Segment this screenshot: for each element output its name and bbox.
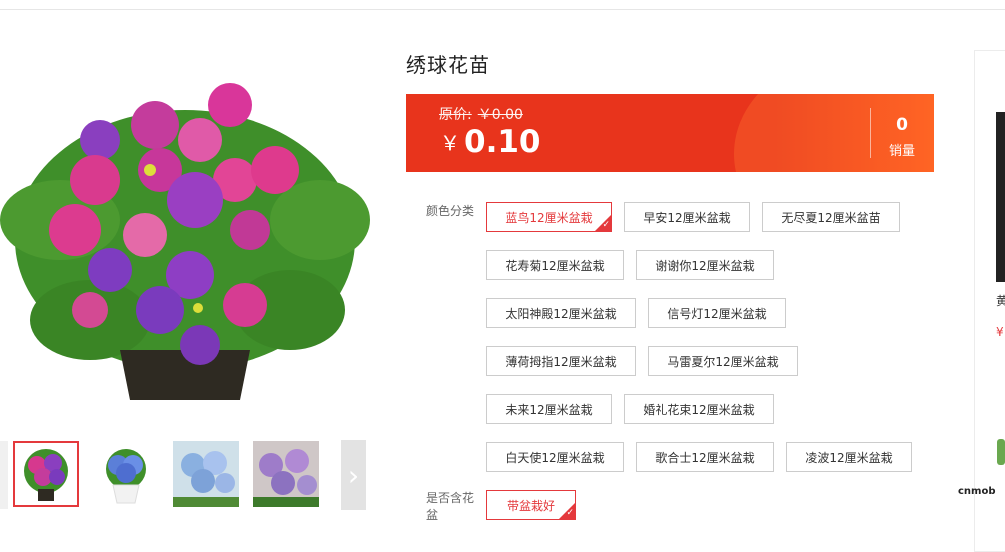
color-option-text: 薄荷拇指12厘米盆栽	[505, 354, 617, 369]
color-option-text: 歌合士12厘米盆栽	[655, 450, 755, 465]
color-option-5[interactable]: 谢谢你12厘米盆栽	[636, 250, 774, 280]
watermark: cnmob	[958, 486, 996, 497]
color-option-11[interactable]: 婚礼花束12厘米盆栽	[624, 394, 774, 424]
color-option-text: 信号灯12厘米盆栽	[667, 306, 767, 321]
color-option-text: 白天使12厘米盆栽	[505, 450, 605, 465]
original-price: 原价: ￥0.00	[439, 104, 523, 124]
current-price: ￥ 0.10	[440, 124, 541, 160]
color-option-8[interactable]: 薄荷拇指12厘米盆栽	[486, 346, 636, 376]
recommended-product-name[interactable]: 黄	[996, 292, 1005, 309]
color-option-9[interactable]: 马雷夏尔12厘米盆栽	[648, 346, 798, 376]
color-option-text: 早安12厘米盆栽	[643, 210, 731, 225]
color-option-text: 太阳神殿12厘米盆栽	[505, 306, 617, 321]
thumbnail-3[interactable]	[173, 441, 239, 507]
recommended-product-price: ¥	[996, 325, 1004, 339]
color-option-14[interactable]: 凌波12厘米盆栽	[786, 442, 912, 472]
color-option-2[interactable]: 早安12厘米盆栽	[624, 202, 750, 232]
top-divider	[0, 9, 1005, 10]
color-option-text: 花寿菊12厘米盆栽	[505, 258, 605, 273]
color-option-6[interactable]: 太阳神殿12厘米盆栽	[486, 298, 636, 328]
color-option-text: 谢谢你12厘米盆栽	[655, 258, 755, 273]
product-title: 绣球花苗	[406, 53, 490, 77]
pot-option-text: 带盆栽好	[506, 498, 555, 513]
original-price-label: 原价:	[439, 107, 472, 123]
recommended-product-image[interactable]	[996, 112, 1005, 282]
color-option-12[interactable]: 白天使12厘米盆栽	[486, 442, 624, 472]
thumbnail-2[interactable]	[93, 441, 159, 507]
price-bar: 原价: ￥0.00 ￥ 0.10 0 销量	[406, 94, 934, 172]
original-price-value: ￥0.00	[477, 107, 523, 123]
color-option-text: 婚礼花束12厘米盆栽	[643, 402, 755, 417]
color-option-1[interactable]: 蓝鸟12厘米盆栽 ✓	[486, 202, 612, 232]
color-option-text: 无尽夏12厘米盆苗	[781, 210, 881, 225]
thumbnail-1[interactable]	[13, 441, 79, 507]
sales-count: 0	[896, 115, 908, 135]
recommended-product-image-2[interactable]	[997, 439, 1005, 465]
color-option-7[interactable]: 信号灯12厘米盆栽	[648, 298, 786, 328]
price-divider	[870, 108, 871, 158]
pot-option-1[interactable]: 带盆栽好 ✓	[486, 490, 576, 520]
color-option-4[interactable]: 花寿菊12厘米盆栽	[486, 250, 624, 280]
color-option-text: 凌波12厘米盆栽	[805, 450, 893, 465]
chevron-right-icon: ›	[347, 458, 360, 492]
pot-option-label: 是否含花盆	[426, 491, 475, 522]
thumbnail-next-button[interactable]: ›	[341, 440, 366, 510]
recommendation-panel: 黄 ¥	[974, 50, 1005, 552]
color-option-text: 马雷夏尔12厘米盆栽	[667, 354, 779, 369]
check-icon: ✓	[566, 508, 574, 518]
color-option-13[interactable]: 歌合士12厘米盆栽	[636, 442, 774, 472]
currency-symbol: ￥	[440, 131, 460, 155]
thumbnail-4[interactable]	[253, 441, 319, 507]
check-icon: ✓	[602, 220, 610, 230]
sales-label: 销量	[889, 144, 916, 159]
color-option-10[interactable]: 未来12厘米盆栽	[486, 394, 612, 424]
color-option-text: 蓝鸟12厘米盆栽	[505, 210, 593, 225]
color-option-text: 未来12厘米盆栽	[505, 402, 593, 417]
color-option-3[interactable]: 无尽夏12厘米盆苗	[762, 202, 900, 232]
current-price-value: 0.10	[464, 124, 541, 160]
main-product-image	[0, 83, 370, 400]
thumbnail-prev-button[interactable]	[0, 441, 8, 509]
color-option-label: 颜色分类	[426, 204, 475, 218]
